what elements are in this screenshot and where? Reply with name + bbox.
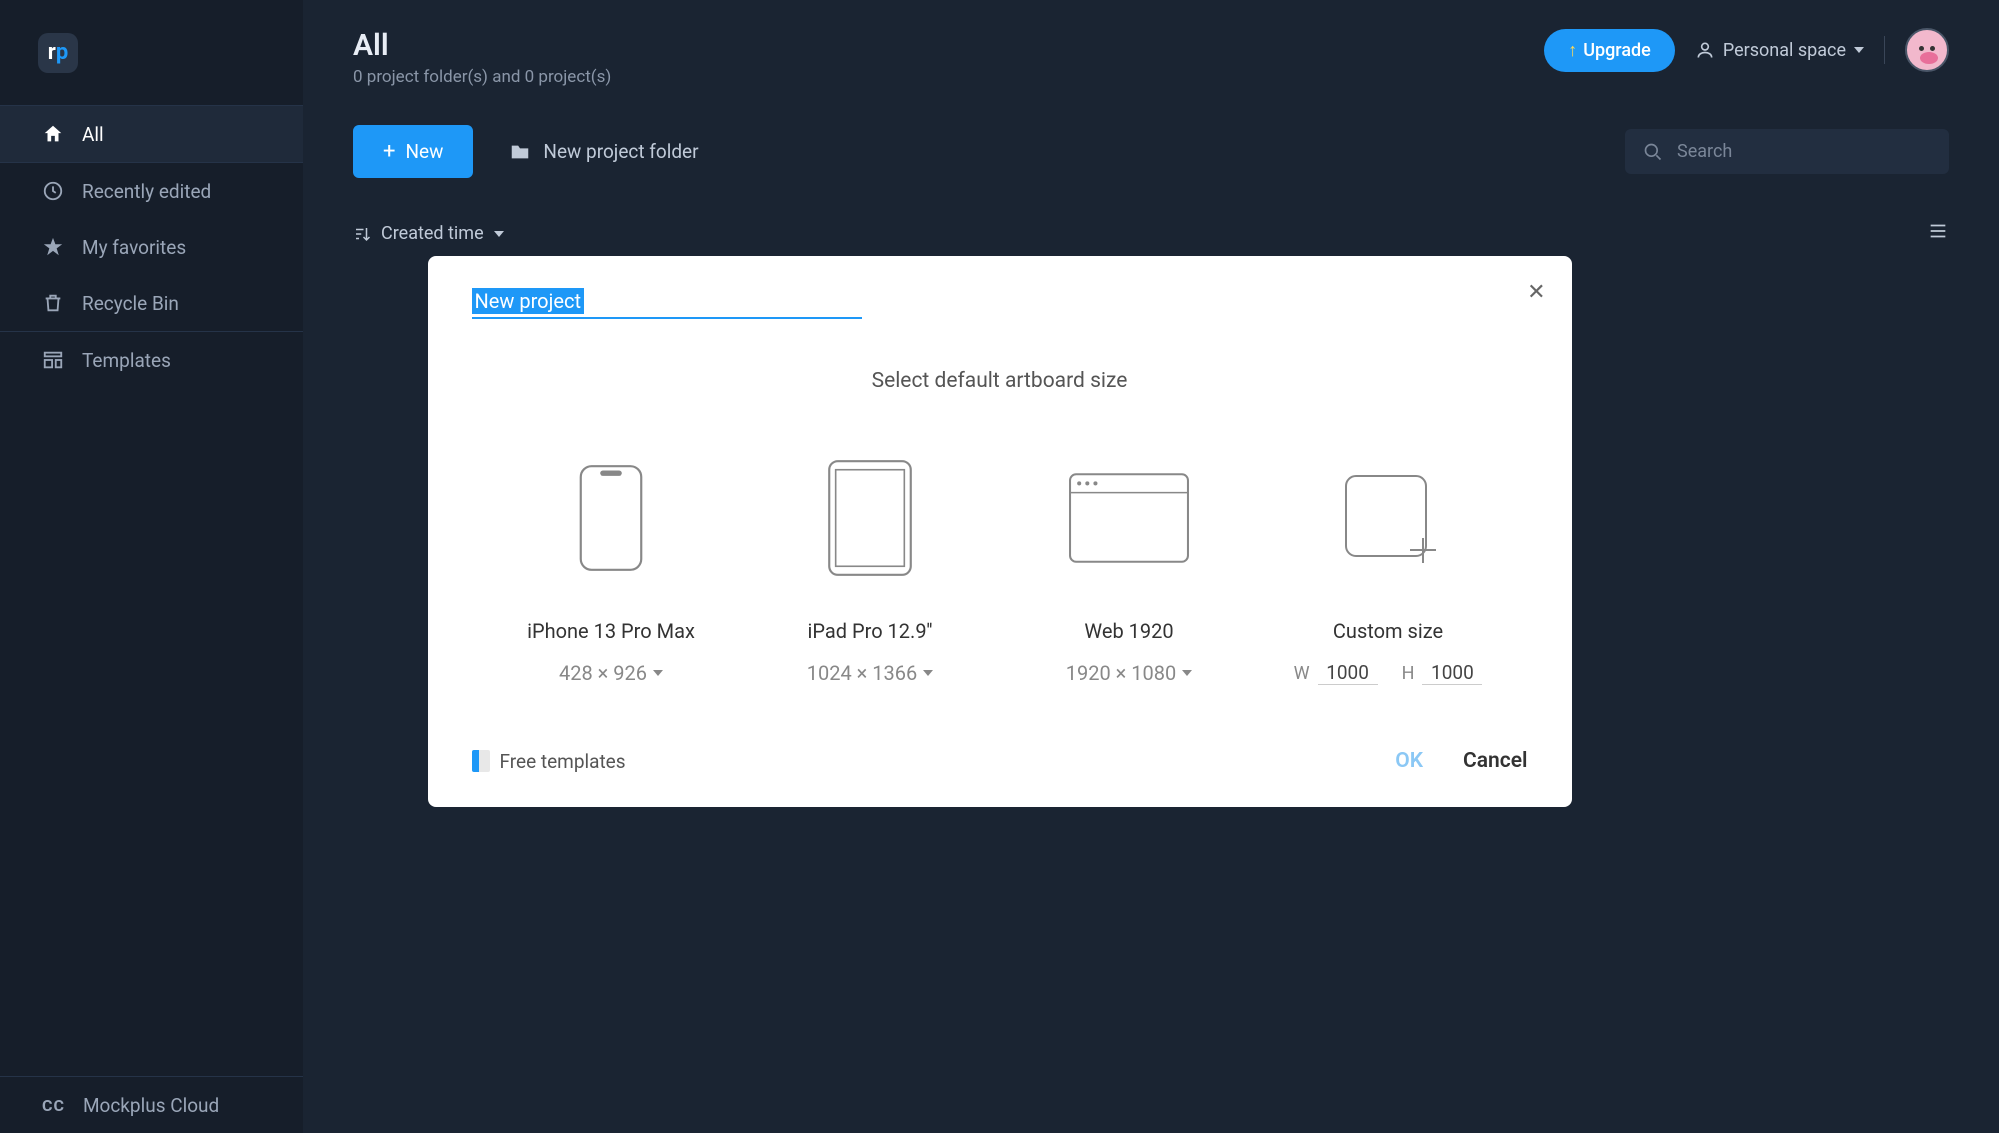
ok-button[interactable]: OK xyxy=(1395,749,1423,773)
project-name-field[interactable]: New project xyxy=(472,288,862,319)
chevron-down-icon xyxy=(653,670,663,676)
new-project-modal: ✕ New project Select default artboard si… xyxy=(428,256,1572,807)
phone-preview-icon xyxy=(578,453,644,583)
project-name-text: New project xyxy=(472,288,584,314)
chevron-down-icon xyxy=(1182,670,1192,676)
web-preview-icon xyxy=(1068,453,1190,583)
chevron-down-icon xyxy=(923,670,933,676)
tablet-preview-icon xyxy=(827,453,913,583)
artboard-option-custom[interactable]: Custom size W H xyxy=(1264,453,1513,685)
artboard-option-tablet[interactable]: iPad Pro 12.9'' 1024 × 1366 xyxy=(746,453,995,685)
width-label: W xyxy=(1294,663,1310,684)
artboard-size-selector[interactable]: 1024 × 1366 xyxy=(807,661,934,685)
artboard-option-web[interactable]: Web 1920 1920 × 1080 xyxy=(1005,453,1254,685)
artboard-options: iPhone 13 Pro Max 428 × 926 iPad Pro 12.… xyxy=(472,453,1528,685)
artboard-size-selector[interactable]: 428 × 926 xyxy=(559,661,663,685)
templates-icon xyxy=(472,750,490,772)
custom-width-field: W xyxy=(1294,661,1378,685)
artboard-option-phone[interactable]: iPhone 13 Pro Max 428 × 926 xyxy=(487,453,736,685)
templates-label: Free templates xyxy=(500,750,626,773)
free-templates-link[interactable]: Free templates xyxy=(472,750,626,773)
custom-height-field: H xyxy=(1402,661,1483,685)
custom-preview-icon xyxy=(1338,453,1438,583)
modal-close-button[interactable]: ✕ xyxy=(1527,280,1545,305)
artboard-label: Custom size xyxy=(1333,619,1443,643)
artboard-label: iPad Pro 12.9'' xyxy=(808,619,933,643)
artboard-size-selector[interactable]: 1920 × 1080 xyxy=(1066,661,1193,685)
artboard-label: Web 1920 xyxy=(1084,619,1173,643)
artboard-label: iPhone 13 Pro Max xyxy=(527,619,695,643)
modal-footer: Free templates OK Cancel xyxy=(472,749,1528,773)
custom-width-input[interactable] xyxy=(1318,661,1378,685)
modal-overlay: ✕ New project Select default artboard si… xyxy=(0,0,1999,1133)
modal-subtitle: Select default artboard size xyxy=(472,369,1528,393)
height-label: H xyxy=(1402,663,1415,684)
cancel-button[interactable]: Cancel xyxy=(1463,749,1527,773)
custom-height-input[interactable] xyxy=(1422,661,1482,685)
